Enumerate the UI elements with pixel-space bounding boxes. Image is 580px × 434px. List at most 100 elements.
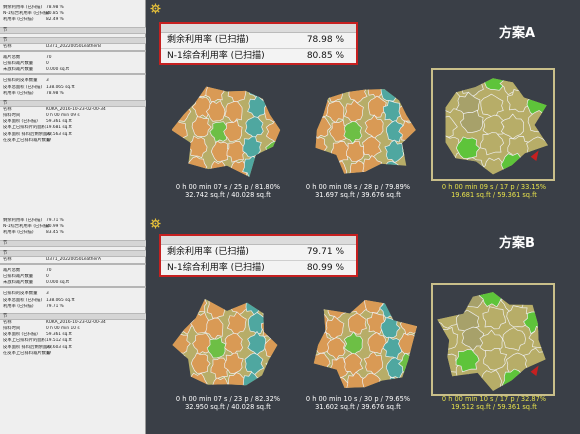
cut-piece xyxy=(315,89,330,98)
hide-area: 19.681 sq.ft / 59.361 sq.ft xyxy=(451,191,537,199)
summary-header xyxy=(161,236,356,245)
cut-piece xyxy=(264,100,281,123)
hide-stats: 0 h 00 min 07 s / 25 p / 81.80% xyxy=(175,183,281,191)
section-header[interactable]: 节 xyxy=(0,26,146,34)
defect-mark xyxy=(525,78,548,96)
property-label: 未放料裁片数量 xyxy=(3,67,34,73)
cut-piece xyxy=(172,351,188,375)
utilization-summary-b: 剩余利用率 (已扫描) 79.71 % N-1综合利用率 (已扫描) 80.99… xyxy=(159,234,358,277)
property-row: 未放料裁片数量 0.000 sq.ft xyxy=(0,280,146,286)
property-label: 利用率 (已扫描) xyxy=(3,17,34,23)
defect-marker xyxy=(530,365,539,377)
cut-piece xyxy=(260,298,278,319)
hide-b1-caption: 0 h 00 min 07 s / 23 p / 82.32% 32.950 s… xyxy=(168,395,288,411)
properties-panel-plan-a: 剩余利用率 (已扫描) 78.98 % N-1综合利用率 (已扫描) 80.85 % 利… xyxy=(0,5,146,144)
hide-stats: 0 h 00 min 08 s / 28 p / 79.89% xyxy=(305,183,411,191)
hide-stats: 0 h 00 min 10 s / 30 p / 79.65% xyxy=(305,395,411,403)
hide-a2[interactable] xyxy=(310,80,420,180)
section-header[interactable]: 节 xyxy=(0,312,146,320)
property-row: 利用率 (已扫描) 83.45 % xyxy=(0,230,146,236)
cut-piece xyxy=(315,156,327,174)
defect-mark xyxy=(437,303,461,329)
gear-icon[interactable] xyxy=(150,218,161,229)
property-row: 在皮革上已排料裁片数量 17 xyxy=(0,351,146,357)
residual-utilization-label: 剩余利用率 (已扫描) xyxy=(167,247,249,257)
defect-mark xyxy=(445,78,458,96)
n1-utilization-label: N-1综合利用率 (已扫描) xyxy=(167,263,265,273)
cut-piece xyxy=(173,86,194,104)
cut-piece xyxy=(403,160,416,174)
property-row: 名称 D371_20220050LeatherA xyxy=(0,257,146,263)
property-row: 利用率 (已扫描) 82.49 % xyxy=(0,17,146,23)
defect-marker xyxy=(530,150,539,162)
residual-utilization-value: 79.71 % xyxy=(306,247,344,257)
hide-b3-caption: 0 h 00 min 10 s / 17 p / 32.87% 19.512 s… xyxy=(430,395,558,411)
plan-b-title: 方案B xyxy=(499,236,535,251)
cut-piece xyxy=(188,298,208,315)
hide-area: 32.742 sq.ft / 40.028 sq.ft xyxy=(185,191,271,199)
cut-piece xyxy=(398,100,416,122)
residual-utilization-row: 剩余利用率 (已扫描) 78.98 % xyxy=(161,33,356,48)
n1-utilization-value: 80.85 % xyxy=(306,51,344,61)
property-value: 17 xyxy=(46,350,52,356)
hide-area: 31.602 sq.ft / 39.676 sq.ft xyxy=(315,403,401,411)
residual-utilization-value: 78.98 % xyxy=(306,35,344,45)
property-row: 名称 D371_20220050LeatherB xyxy=(0,44,146,50)
property-label: 未放料裁片数量 xyxy=(3,280,34,286)
defect-mark xyxy=(501,368,526,391)
residual-utilization-label: 剩余利用率 (已扫描) xyxy=(167,35,249,45)
hide-stats: 0 h 00 min 07 s / 23 p / 82.32% xyxy=(175,395,281,403)
cut-piece xyxy=(262,159,281,177)
hide-area: 32.950 sq.ft / 40.028 sq.ft xyxy=(185,403,271,411)
hide-b1[interactable] xyxy=(172,295,282,395)
defect-mark xyxy=(526,156,548,175)
property-value: 0.000 sq.ft xyxy=(46,280,70,286)
cut-piece xyxy=(328,160,348,174)
section-header[interactable]: 节 xyxy=(0,239,146,247)
property-row: 利用率 (已扫描) 79.71 % xyxy=(0,304,146,310)
residual-utilization-row: 剩余利用率 (已扫描) 79.71 % xyxy=(161,245,356,260)
defect-mark xyxy=(529,372,546,391)
hide-area: 19.512 sq.ft / 59.361 sq.ft xyxy=(451,403,537,411)
hide-area: 31.697 sq.ft / 39.676 sq.ft xyxy=(315,191,401,199)
hide-b3[interactable] xyxy=(436,287,550,393)
property-label: 在皮革上已排料裁片数量 xyxy=(3,137,51,143)
n1-utilization-row: N-1综合利用率 (已扫描) 80.99 % xyxy=(161,260,356,276)
hide-a1[interactable] xyxy=(172,80,282,180)
property-label: 利用率 (已扫描) xyxy=(3,303,34,309)
cut-piece xyxy=(380,89,401,102)
section-header[interactable]: 节 xyxy=(0,36,146,44)
hide-a1-caption: 0 h 00 min 07 s / 25 p / 81.80% 32.742 s… xyxy=(168,183,288,199)
summary-header xyxy=(161,24,356,33)
n1-utilization-label: N-1综合利用率 (已扫描) xyxy=(167,51,265,61)
hide-b2[interactable] xyxy=(310,295,420,395)
cut-piece xyxy=(402,300,417,315)
cut-piece xyxy=(313,300,327,314)
utilization-summary-a: 剩余利用率 (已扫描) 78.98 % N-1综合利用率 (已扫描) 80.85… xyxy=(159,22,358,65)
property-value: 82.49 % xyxy=(46,17,64,23)
property-label: 利用率 (已扫描) xyxy=(3,230,34,236)
defect-mark xyxy=(445,151,457,175)
cut-piece xyxy=(402,373,417,388)
cut-piece xyxy=(384,377,404,388)
cut-piece xyxy=(173,298,194,314)
cut-piece xyxy=(259,86,280,104)
property-value: D371_20220050LeatherA xyxy=(46,256,101,262)
property-value: 78.98 % xyxy=(46,90,64,96)
property-value: 17 xyxy=(46,137,52,143)
section-header[interactable]: 节 xyxy=(0,99,146,107)
n1-utilization-row: N-1综合利用率 (已扫描) 80.85 % xyxy=(161,48,356,64)
cut-piece xyxy=(265,377,278,386)
section-header[interactable]: 节 xyxy=(0,249,146,257)
property-label: 在皮革上已排料裁片数量 xyxy=(3,350,51,356)
hide-a3[interactable] xyxy=(436,72,550,178)
n1-utilization-value: 80.99 % xyxy=(306,263,344,273)
gear-icon[interactable] xyxy=(150,3,161,14)
cut-piece xyxy=(172,372,191,386)
property-value: D371_20220050LeatherB xyxy=(46,43,101,49)
cut-piece xyxy=(315,136,328,158)
cut-piece xyxy=(172,140,190,163)
hide-b2-caption: 0 h 00 min 10 s / 30 p / 79.65% 31.602 s… xyxy=(298,395,418,411)
property-value: 83.45 % xyxy=(46,230,64,236)
defect-mark xyxy=(437,292,459,314)
